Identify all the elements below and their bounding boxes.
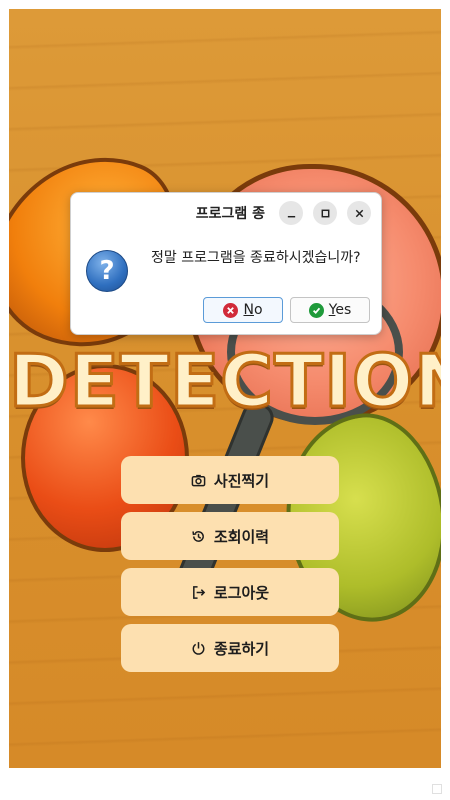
exit-label: 종료하기 (213, 639, 270, 658)
close-button[interactable] (347, 201, 371, 225)
maximize-icon (321, 209, 329, 217)
exit-confirm-dialog: 프로그램 종 ? 정말 프로그램을 종료하시겠습니까? No Yes (70, 192, 382, 335)
yes-button[interactable]: Yes (290, 297, 370, 323)
app-logo-title: DETECTION (9, 338, 441, 425)
cancel-x-icon (223, 302, 239, 318)
history-button[interactable]: 조회이력 (121, 512, 339, 560)
logout-label: 로그아웃 (213, 583, 270, 602)
logout-button[interactable]: 로그아웃 (121, 568, 339, 616)
question-icon: ? (86, 250, 128, 292)
take-photo-label: 사진찍기 (213, 471, 270, 490)
dialog-title: 프로그램 종 (195, 206, 265, 222)
logout-icon (192, 585, 206, 599)
dialog-message: 정말 프로그램을 종료하시겠습니까? (151, 250, 361, 266)
maximize-button[interactable] (313, 201, 337, 225)
power-icon (192, 641, 205, 655)
confirm-check-icon (308, 302, 324, 318)
minimize-icon (287, 215, 295, 217)
take-photo-button[interactable]: 사진찍기 (121, 456, 339, 504)
exit-button[interactable]: 종료하기 (121, 624, 339, 672)
no-button-label: No (243, 302, 263, 318)
dialog-titlebar: 프로그램 종 (71, 193, 381, 233)
history-icon (192, 530, 204, 542)
history-label: 조회이력 (213, 527, 270, 546)
no-button[interactable]: No (203, 297, 283, 323)
minimize-button[interactable] (279, 201, 303, 225)
close-icon (355, 209, 363, 217)
app-window: DETECTION 사진찍기 조회이력 로그아웃 종료하기 (9, 9, 441, 768)
resize-grip[interactable] (432, 784, 442, 794)
camera-icon (191, 474, 206, 486)
yes-button-label: Yes (328, 302, 352, 318)
